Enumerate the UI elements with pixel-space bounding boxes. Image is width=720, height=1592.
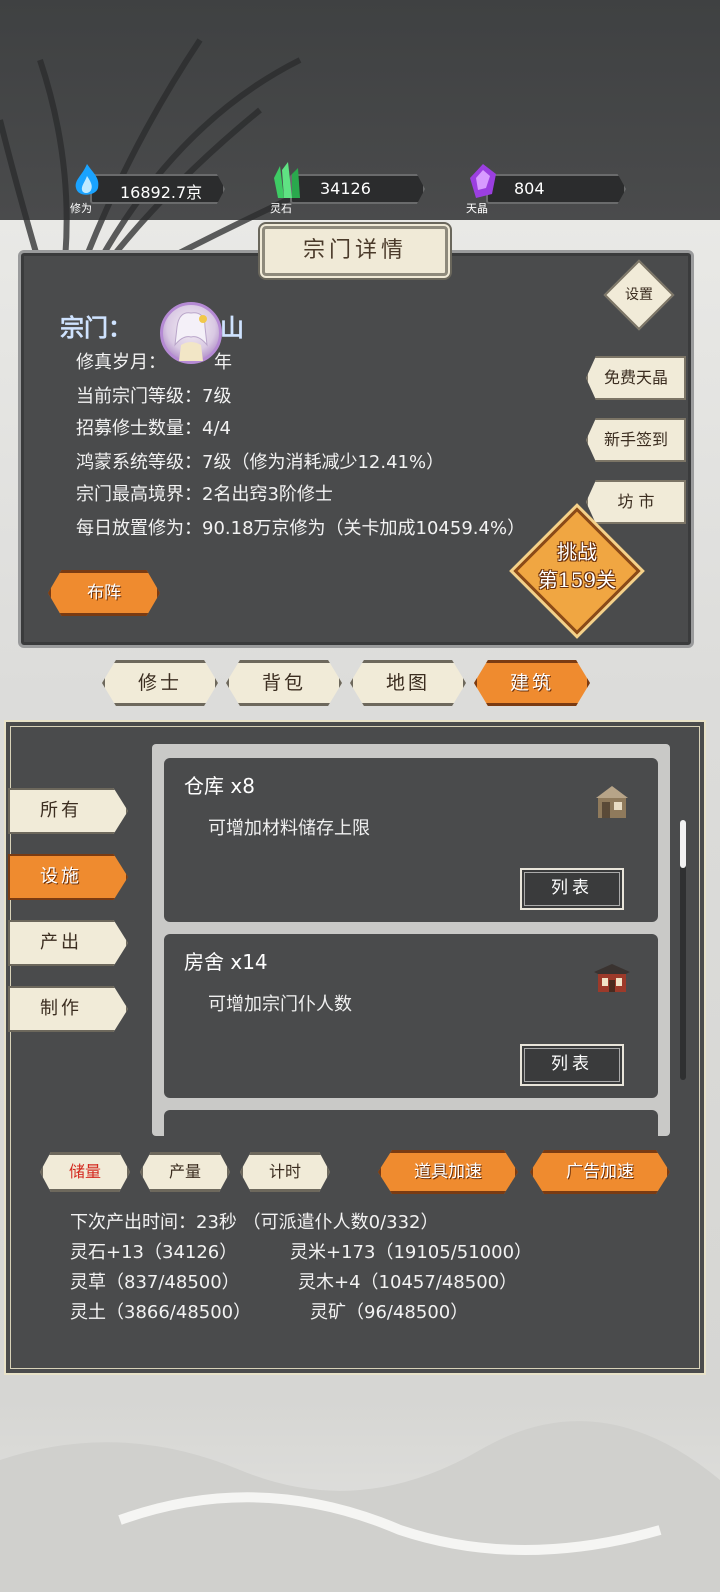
info-row-sect-level: 当前宗门等级：7级 xyxy=(76,386,232,407)
timer-button[interactable]: 计时 xyxy=(240,1152,330,1192)
resource-value: 16892.7京 xyxy=(120,183,203,202)
info-row-highest-realm: 宗门最高境界：2名出窍3阶修士 xyxy=(76,484,333,505)
list-item xyxy=(164,1110,658,1136)
spirit-ore-stat: 灵矿（96/48500） xyxy=(310,1302,469,1323)
info-row-recruit-count: 招募修士数量：4/4 xyxy=(76,418,231,439)
character-portrait-icon xyxy=(174,312,208,361)
challenge-label: 挑战 第159关 xyxy=(537,540,617,592)
category-all[interactable]: 所有 xyxy=(8,788,128,834)
flame-icon xyxy=(75,164,99,195)
list-button[interactable]: 列表 xyxy=(520,1044,624,1086)
next-output-time: 下次产出时间：23秒 （可派遣仆人数0/332） xyxy=(70,1212,439,1233)
sect-label: 宗门： xyxy=(60,313,132,342)
spirit-herb-stat: 灵草（837/48500） xyxy=(70,1272,240,1293)
settings-label: 设置 xyxy=(625,287,653,303)
info-row-system-level: 鸿蒙系统等级：7级（修为消耗减少12.41%） xyxy=(76,452,445,473)
spirit-wood-stat: 灵木+4（10457/48500） xyxy=(298,1272,518,1293)
info-row-daily-idle: 每日放置修为：90.18万京修为（关卡加成10459.4%） xyxy=(76,518,526,539)
resource-label: 灵石 xyxy=(270,202,292,215)
spirit-rice-stat: 灵米+173（19105/51000） xyxy=(290,1242,533,1263)
list-item: 仓库 x8 可增加材料储存上限 列表 xyxy=(164,758,658,922)
category-crafting[interactable]: 制作 xyxy=(8,986,128,1032)
spirit-soil-stat: 灵土（3866/48500） xyxy=(70,1302,252,1323)
tab-buildings[interactable]: 建筑 xyxy=(474,660,590,706)
free-crystal-button[interactable]: 免费天晶 xyxy=(586,356,686,400)
panel-title: 宗门详情 xyxy=(262,226,448,276)
resource-value: 804 xyxy=(514,179,545,198)
list-item: 房舍 x14 可增加宗门仆人数 列表 xyxy=(164,934,658,1098)
building-description: 可增加宗门仆人数 xyxy=(208,994,352,1015)
newbie-signin-button[interactable]: 新手签到 xyxy=(586,418,686,462)
list-button[interactable]: 列表 xyxy=(520,868,624,910)
tab-map[interactable]: 地图 xyxy=(350,660,466,706)
building-list[interactable]: 仓库 x8 可增加材料储存上限 列表 房舍 x14 可增加宗门仆人数 列表 xyxy=(152,744,670,1136)
tab-backpack[interactable]: 背包 xyxy=(226,660,342,706)
resource-pill xyxy=(486,174,626,204)
market-button[interactable]: 坊 市 xyxy=(586,480,686,524)
formation-button[interactable]: 布阵 xyxy=(48,570,160,616)
building-name: 房舍 x14 xyxy=(184,950,268,974)
resource-spirit-stone: 34126 灵石 xyxy=(270,162,425,215)
tab-cultivators[interactable]: 修士 xyxy=(102,660,218,706)
building-description: 可增加材料储存上限 xyxy=(208,818,370,839)
background-cloud-decoration xyxy=(0,1421,720,1592)
storage-button[interactable]: 储量 xyxy=(40,1152,130,1192)
output-button[interactable]: 产量 xyxy=(140,1152,230,1192)
crystal-icon xyxy=(274,162,300,198)
warehouse-icon xyxy=(596,786,628,818)
resource-label: 修为 xyxy=(70,202,92,215)
resource-sky-crystal: 804 天晶 xyxy=(466,164,626,215)
category-facilities[interactable]: 设施 xyxy=(8,854,128,900)
house-icon xyxy=(594,964,630,992)
resource-cultivation: 16892.7京 修为 xyxy=(70,164,225,215)
resource-label: 天晶 xyxy=(466,202,488,215)
category-production[interactable]: 产出 xyxy=(8,920,128,966)
ad-speedup-button[interactable]: 广告加速 xyxy=(530,1150,670,1194)
spirit-stone-stat: 灵石+13（34126） xyxy=(70,1242,238,1263)
resource-value: 34126 xyxy=(320,179,371,198)
item-speedup-button[interactable]: 道具加速 xyxy=(378,1150,518,1194)
sect-name: 山 xyxy=(220,313,244,342)
building-name: 仓库 x8 xyxy=(184,774,255,798)
scrollbar-thumb[interactable] xyxy=(680,820,686,868)
gem-icon xyxy=(470,164,496,198)
avatar[interactable] xyxy=(160,302,222,364)
